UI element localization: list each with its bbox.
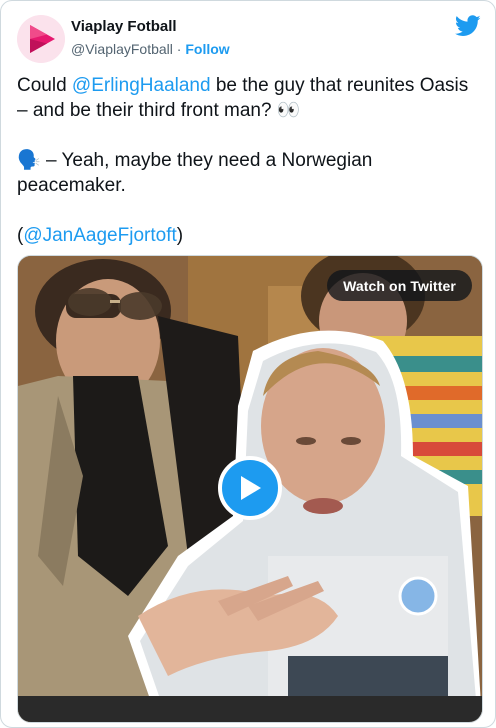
tweet-paragraph-1: Could @ErlingHaaland be the guy that reu…: [17, 73, 479, 123]
twitter-bird-icon[interactable]: [455, 15, 481, 37]
handle-separator: ·: [176, 41, 182, 57]
tweet-paragraph-2: 🗣️ – Yeah, maybe they need a Norwegian p…: [17, 148, 479, 198]
tweet-text-segment: Could: [17, 75, 72, 96]
author-name[interactable]: Viaplay Fotball: [71, 18, 177, 35]
eyes-emoji: 👀: [276, 100, 301, 121]
author-handle[interactable]: @ViaplayFotball: [71, 41, 173, 57]
speaking-head-emoji: 🗣️: [17, 150, 41, 171]
paren-close: ): [176, 225, 184, 246]
tweet-paragraph-3: (@JanAageFjortoft): [17, 223, 479, 248]
play-icon: [241, 476, 261, 500]
tweet-card: Viaplay Fotball @ViaplayFotball · Follow…: [0, 0, 496, 728]
mention-link-jan-aage-fjortoft[interactable]: @JanAageFjortoft: [23, 225, 176, 246]
tweet-text-segment: – Yeah, maybe they need a Norwegian peac…: [17, 150, 373, 196]
play-button[interactable]: [218, 456, 282, 520]
watch-on-twitter-button[interactable]: Watch on Twitter: [327, 270, 472, 301]
mention-link-erling-haaland[interactable]: @ErlingHaaland: [72, 75, 211, 96]
tweet-text: Could @ErlingHaaland be the guy that reu…: [17, 73, 479, 248]
author-handle-row: @ViaplayFotball · Follow: [71, 41, 230, 57]
follow-button[interactable]: Follow: [185, 41, 229, 57]
author-avatar[interactable]: [17, 15, 65, 63]
video-player[interactable]: Watch on Twitter: [17, 255, 483, 723]
viaplay-logo-icon: [17, 15, 65, 63]
